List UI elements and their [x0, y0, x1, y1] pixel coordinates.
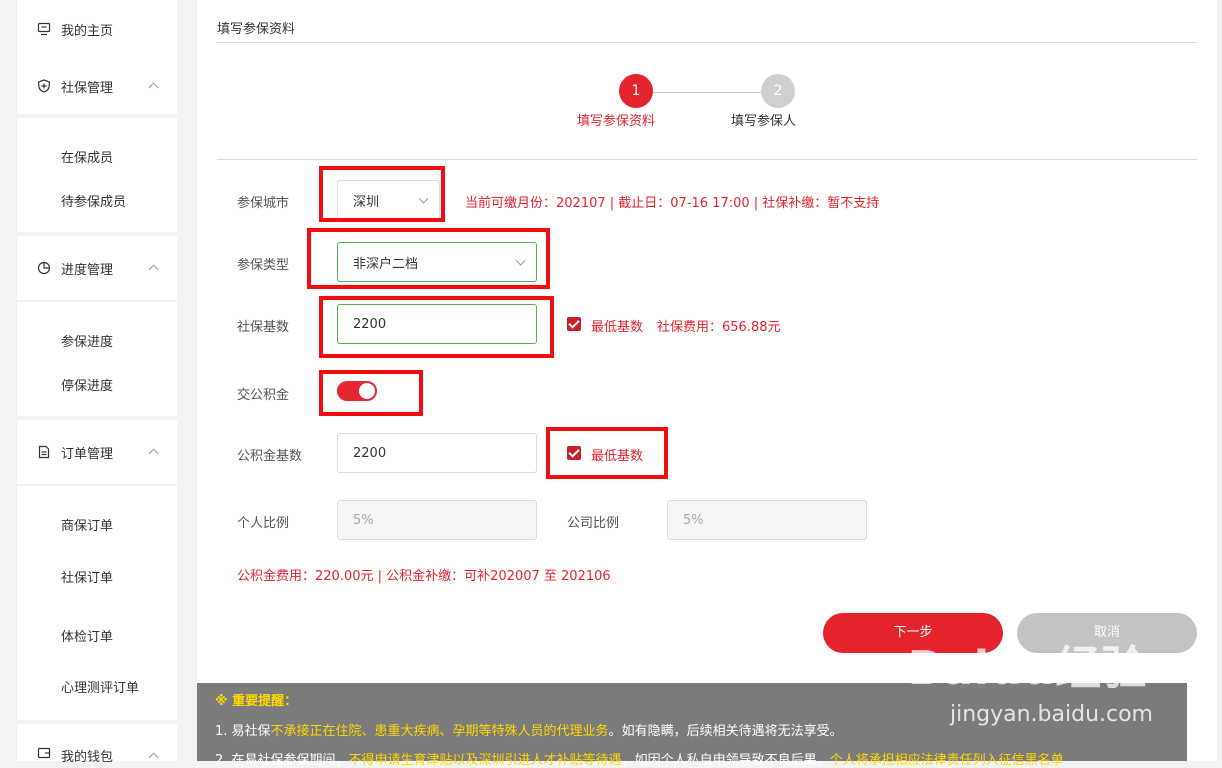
notice-line-1: 1. 易社保不承接正在住院、患重大疾病、孕期等特殊人员的代理业务。如有隐瞒，后续…	[215, 720, 843, 739]
personal-label: 个人比例	[237, 516, 290, 531]
nav-item-insured-members[interactable]: 在保成员	[61, 147, 113, 166]
nav-item-commercial-orders[interactable]: 商保订单	[61, 515, 113, 534]
nav-progress-mgmt-label: 进度管理	[61, 262, 114, 278]
watermark-brand: Baidu经验	[907, 641, 1147, 695]
nav-item-checkup-orders[interactable]: 体检订单	[61, 626, 113, 645]
pie-chart-icon	[37, 261, 51, 275]
company-label: 公司比例	[567, 516, 620, 531]
nav-social-mgmt-label: 社保管理	[61, 80, 114, 96]
fund-base-label: 公积金基数	[237, 449, 303, 464]
highlight-box	[546, 427, 668, 479]
nav-item-enroll-progress[interactable]: 参保进度	[61, 331, 113, 350]
highlight-box	[319, 370, 423, 416]
nav-item-psych-orders[interactable]: 心理测评订单	[61, 677, 139, 696]
notice-text: 1. 易社保	[215, 724, 271, 739]
highlight-box	[319, 296, 554, 358]
fund-label: 交公积金	[237, 388, 290, 403]
step-2-label: 填写参保人	[731, 114, 797, 129]
fund-base-value: 2200	[353, 445, 387, 461]
notice-line-2: 2. 在易社保参保期间，不得申请生育津贴以及深圳引进人才补贴等待遇，如因个人私自…	[215, 749, 1064, 768]
personal-ratio-value: 5%	[353, 512, 374, 528]
chevron-up-icon	[148, 448, 159, 459]
nav-social-sub: 在保成员 待参保成员	[17, 118, 177, 232]
nav-social-mgmt[interactable]: 社保管理	[17, 58, 177, 114]
chevron-up-icon	[148, 82, 159, 93]
highlight-box	[307, 228, 550, 289]
city-info: 当前可缴月份：202107 | 截止日：07-16 17:00 | 社保补缴：暂…	[465, 196, 880, 211]
base-min-checkbox[interactable]	[567, 317, 581, 331]
personal-ratio-input: 5%	[337, 500, 537, 540]
nav-order-sub: 商保订单 社保订单 体检订单 心理测评订单	[17, 486, 177, 720]
company-ratio-input: 5%	[667, 500, 867, 540]
city-label: 参保城市	[237, 196, 290, 211]
notice-text: 。如有隐瞒，后续相关待遇将无法享受。	[608, 724, 843, 739]
document-icon	[37, 445, 51, 459]
page-title: 填写参保资料	[217, 22, 296, 37]
base-min-label: 最低基数	[591, 320, 644, 335]
divider	[217, 42, 1197, 43]
nav-order-mgmt[interactable]: 订单管理	[17, 420, 177, 484]
nav-order-mgmt-label: 订单管理	[61, 446, 114, 462]
step-1-circle: 1	[619, 74, 653, 108]
nav-item-pending-members[interactable]: 待参保成员	[61, 191, 126, 210]
notice-title: ※ 重要提醒：	[215, 694, 298, 709]
base-fee: 社保费用：656.88元	[657, 320, 781, 335]
base-label: 社保基数	[237, 320, 290, 335]
main-panel: 填写参保资料 1 2 填写参保资料 填写参保人 参保城市 深圳 当前可缴月份：2…	[197, 0, 1217, 768]
step-2-circle: 2	[761, 74, 795, 108]
shield-plus-icon	[37, 79, 51, 93]
step-connector	[652, 92, 772, 93]
watermark-url: jingyan.baidu.com	[949, 702, 1153, 727]
divider	[217, 159, 1197, 160]
chevron-up-icon	[148, 264, 159, 275]
fund-info: 公积金费用：220.00元 | 公积金补缴：可补202007 至 202106	[237, 569, 611, 584]
notice-highlight: 不承接正在住院、患重大疾病、孕期等特殊人员的代理业务	[270, 724, 609, 739]
fund-base-input[interactable]: 2200	[337, 433, 537, 473]
sidebar: 我的主页 社保管理 在保成员 待参保成员 进度管理 参保进度 停保进度 订单管理…	[17, 0, 177, 765]
type-label: 参保类型	[237, 258, 290, 273]
wallet-icon	[37, 746, 51, 760]
nav-wallet[interactable]: 我的钱包	[17, 724, 177, 765]
highlight-box	[319, 166, 445, 222]
nav-wallet-label: 我的钱包	[61, 750, 114, 765]
nav-home[interactable]: 我的主页	[17, 0, 177, 58]
nav-home-label: 我的主页	[61, 23, 114, 39]
nav-item-stop-progress[interactable]: 停保进度	[61, 375, 113, 394]
nav-progress-sub: 参保进度 停保进度	[17, 302, 177, 416]
nav-item-social-orders[interactable]: 社保订单	[61, 567, 113, 586]
nav-progress-mgmt[interactable]: 进度管理	[17, 236, 177, 300]
monitor-icon	[37, 22, 51, 36]
company-ratio-value: 5%	[683, 512, 704, 528]
step-1-label: 填写参保资料	[577, 114, 656, 129]
